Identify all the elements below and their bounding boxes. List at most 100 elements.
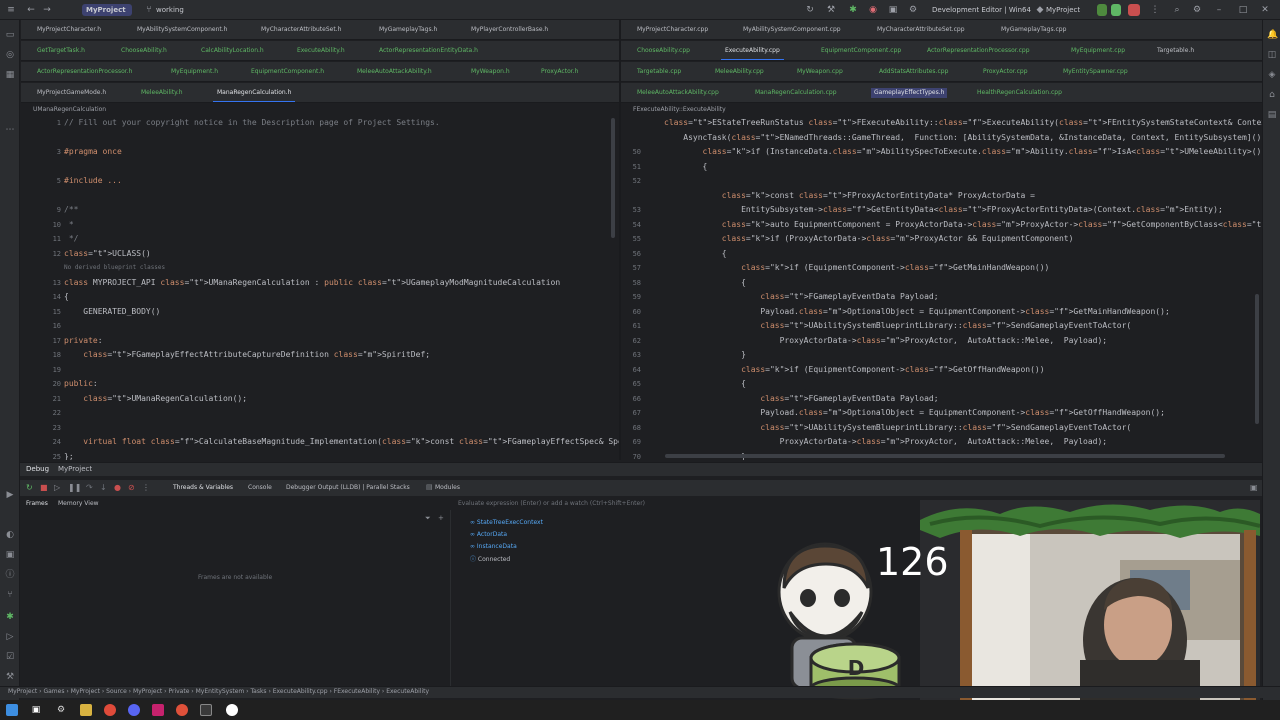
code-line[interactable]: class="t">FGameplayEventData Payload; xyxy=(664,394,938,404)
line-number[interactable]: 15 xyxy=(21,307,61,317)
line-number[interactable]: 51 xyxy=(621,162,641,172)
step-into-icon[interactable]: ↓ xyxy=(100,483,107,492)
tab-healthregencalculation-cpp[interactable]: HealthRegenCalculation.cpp xyxy=(977,88,1062,98)
task-view-icon[interactable]: ▣ xyxy=(30,704,42,716)
bug-icon[interactable]: ✱ xyxy=(848,5,858,15)
tab-targetable-cpp[interactable]: Targetable.cpp xyxy=(637,67,681,77)
run-tool-icon[interactable]: ▷ xyxy=(5,632,15,642)
terminal-app-icon[interactable] xyxy=(200,704,212,716)
path-segment[interactable]: MyEntitySystem › xyxy=(196,688,251,695)
tab-myabilitysystemcomponent-cpp[interactable]: MyAbilitySystemComponent.cpp xyxy=(743,25,841,35)
right-scrollbar[interactable] xyxy=(1255,294,1259,424)
line-number[interactable]: 10 xyxy=(21,220,61,230)
build-tool-icon[interactable]: ⚒ xyxy=(5,672,15,682)
tab-myplayercontrollerbase-h[interactable]: MyPlayerControllerBase.h xyxy=(471,25,548,35)
line-number[interactable]: 12 xyxy=(21,249,61,259)
tab-executeability-h[interactable]: ExecuteAbility.h xyxy=(297,46,345,56)
obs-icon[interactable] xyxy=(176,704,188,716)
tab-chooseability-h[interactable]: ChooseAbility.h xyxy=(121,46,167,56)
code-line[interactable]: Payload.class="m">OptionalObject = Equip… xyxy=(664,307,1169,317)
line-number[interactable]: 1 xyxy=(21,118,61,128)
code-line[interactable]: { xyxy=(664,249,727,259)
line-number[interactable]: 67 xyxy=(621,408,641,418)
code-line[interactable]: * xyxy=(64,220,74,230)
code-line[interactable]: class="k">if (EquipmentComponent->class=… xyxy=(664,263,1049,273)
tab-proxyactor-cpp[interactable]: ProxyActor.cpp xyxy=(983,67,1028,77)
line-number[interactable]: 66 xyxy=(621,394,641,404)
code-line[interactable]: class="k">if (InstanceData.class="m">Abi… xyxy=(664,147,1262,157)
tab-meleeautoattackability-cpp[interactable]: MeleeAutoAttackAbility.cpp xyxy=(637,88,719,98)
more-debug-icon[interactable]: ⋮ xyxy=(142,483,150,492)
git-icon[interactable]: ⑂ xyxy=(5,590,15,600)
tab-mygameplaytags-h[interactable]: MyGameplayTags.h xyxy=(379,25,437,35)
line-number[interactable]: 5 xyxy=(21,176,61,186)
layout-toggle-icon[interactable]: ▣ xyxy=(1250,483,1258,492)
rider-icon[interactable] xyxy=(152,704,164,716)
line-number[interactable]: 55 xyxy=(621,234,641,244)
path-segment[interactable]: ExecuteAbility xyxy=(386,688,429,695)
stop-button[interactable] xyxy=(1128,4,1140,16)
unreal-icon[interactable]: ◐ xyxy=(5,530,15,540)
tab-actorrepresentationentitydata-h[interactable]: ActorRepresentationEntityData.h xyxy=(379,46,478,56)
vcs-branch[interactable]: working xyxy=(156,4,184,16)
tab-manaregencalculation-h[interactable]: ManaRegenCalculation.h xyxy=(212,88,296,102)
search-icon[interactable]: ⌕ xyxy=(1172,5,1182,15)
line-number[interactable]: 9 xyxy=(21,205,61,215)
line-number[interactable]: 52 xyxy=(621,176,641,186)
variable-row[interactable]: ∞ InstanceData xyxy=(470,542,543,554)
line-number[interactable]: 20 xyxy=(21,379,61,389)
line-number[interactable]: 18 xyxy=(21,350,61,360)
mute-breakpoints-icon[interactable]: ⊘ xyxy=(128,483,135,492)
path-segment[interactable]: MyProject › xyxy=(133,688,168,695)
code-line[interactable]: }; xyxy=(64,452,74,461)
code-line[interactable]: #include ... xyxy=(64,176,122,186)
code-line[interactable]: private: xyxy=(64,336,103,346)
right-code-area[interactable]: class="t">EStateTreeRunStatus class="t">… xyxy=(664,118,1262,460)
tab-gameplayeffecttypes-h[interactable]: GameplayEffectTypes.h xyxy=(871,88,948,98)
code-line[interactable]: Payload.class="m">OptionalObject = Equip… xyxy=(664,408,1165,418)
line-number[interactable]: 59 xyxy=(621,292,641,302)
code-line[interactable]: */ xyxy=(64,234,79,244)
forward-icon[interactable]: → xyxy=(42,5,52,15)
discord-icon[interactable] xyxy=(128,704,140,716)
code-line[interactable]: class="t">FGameplayEventData Payload; xyxy=(664,292,938,302)
filter-icon[interactable]: ⏷ xyxy=(425,514,431,523)
left-editor[interactable]: UManaRegenCalculation 1 3 5 9 10 11 12 13 14 15 16… xyxy=(21,104,619,460)
path-segment[interactable]: Source › xyxy=(106,688,133,695)
line-number[interactable]: 22 xyxy=(21,408,61,418)
tab-actorrepresentationprocessor-h[interactable]: ActorRepresentationProcessor.h xyxy=(37,67,132,77)
path-segment[interactable]: FExecuteAbility › xyxy=(334,688,386,695)
code-line[interactable]: class="k">if (ProxyActorData->class="m">… xyxy=(664,234,1074,244)
refresh-icon[interactable]: ↻ xyxy=(805,5,815,15)
code-line[interactable]: ProxyActorData->class="m">ProxyActor, Au… xyxy=(664,437,1108,447)
code-line[interactable]: class="t">UManaRegenCalculation(); xyxy=(64,394,247,404)
line-number[interactable]: 17 xyxy=(21,336,61,346)
line-number[interactable]: 19 xyxy=(21,365,61,375)
line-number[interactable]: 13 xyxy=(21,278,61,288)
path-segment[interactable]: Tasks › xyxy=(250,688,272,695)
code-line[interactable]: class="t">UAbilitySystemBlueprintLibrary… xyxy=(664,423,1131,433)
main-menu-icon[interactable]: ≡ xyxy=(6,5,16,15)
chrome-icon[interactable] xyxy=(104,704,116,716)
tab-myabilitysystemcomponent-h[interactable]: MyAbilitySystemComponent.h xyxy=(137,25,227,35)
line-number[interactable]: 14 xyxy=(21,292,61,302)
code-line[interactable]: #pragma once xyxy=(64,147,122,157)
code-line[interactable]: GENERATED_BODY() xyxy=(64,307,160,317)
tab-addstatsattributes-cpp[interactable]: AddStatsAttributes.cpp xyxy=(879,67,948,77)
code-line[interactable]: class="t">UAbilitySystemBlueprintLibrary… xyxy=(664,321,1131,331)
code-line[interactable]: { xyxy=(664,379,746,389)
line-number[interactable]: 70 xyxy=(621,452,641,461)
code-line[interactable]: class="k">const class="t">FProxyActorEnt… xyxy=(664,191,1035,201)
line-number[interactable]: 3 xyxy=(21,147,61,157)
back-icon[interactable]: ← xyxy=(26,5,36,15)
code-line[interactable]: { xyxy=(664,162,708,172)
tab-meleeability-h[interactable]: MeleeAbility.h xyxy=(141,88,183,98)
line-number[interactable]: 69 xyxy=(621,437,641,447)
line-number[interactable]: 50 xyxy=(621,147,641,157)
line-number[interactable]: 63 xyxy=(621,350,641,360)
tab-frames[interactable]: Frames xyxy=(26,500,48,507)
resume-icon[interactable]: ▷ xyxy=(54,483,60,492)
structure-icon[interactable]: ▦ xyxy=(5,70,15,80)
explorer-icon[interactable] xyxy=(80,704,92,716)
code-line[interactable]: class="t">UCLASS() xyxy=(64,249,151,259)
